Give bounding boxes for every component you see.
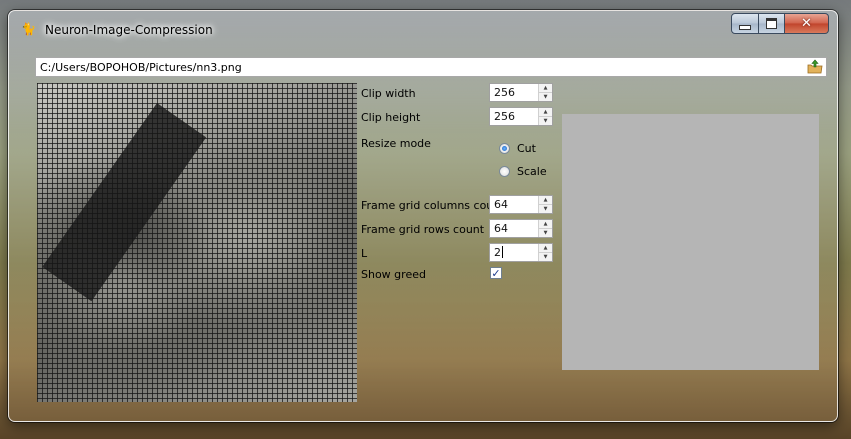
grid-columns-spinbox[interactable]: 64 ▲ ▼ bbox=[489, 195, 553, 214]
spin-up-icon[interactable]: ▲ bbox=[539, 220, 552, 228]
title-bar[interactable]: 🐈 Neuron-Image-Compression ✕ bbox=[9, 11, 837, 47]
grid-columns-value: 64 bbox=[494, 198, 508, 211]
app-window: 🐈 Neuron-Image-Compression ✕ C:/Users/BO… bbox=[8, 10, 838, 422]
grid-rows-spin-buttons: ▲ ▼ bbox=[538, 220, 552, 237]
maximize-button[interactable] bbox=[759, 13, 785, 34]
l-spin-buttons: ▲ ▼ bbox=[538, 244, 552, 261]
checkmark-icon: ✓ bbox=[491, 266, 501, 280]
spin-down-icon[interactable]: ▼ bbox=[539, 228, 552, 237]
compressed-output-preview bbox=[562, 114, 819, 370]
clip-width-label: Clip width bbox=[361, 87, 416, 100]
spin-down-icon[interactable]: ▼ bbox=[539, 204, 552, 213]
frame-grid-overlay bbox=[37, 83, 357, 402]
file-path-text: C:/Users/BOPOHOB/Pictures/nn3.png bbox=[40, 61, 242, 74]
show-greed-label: Show greed bbox=[361, 268, 426, 281]
file-path-field[interactable]: C:/Users/BOPOHOB/Pictures/nn3.png bbox=[35, 57, 827, 77]
resize-scale-radio[interactable] bbox=[499, 166, 510, 177]
clip-width-value: 256 bbox=[494, 86, 515, 99]
resize-cut-label[interactable]: Cut bbox=[517, 142, 536, 155]
spin-up-icon[interactable]: ▲ bbox=[539, 108, 552, 116]
close-button[interactable]: ✕ bbox=[785, 13, 829, 34]
source-image-preview bbox=[37, 83, 357, 402]
clip-height-value: 256 bbox=[494, 110, 515, 123]
l-label: L bbox=[361, 247, 368, 260]
l-value: 2 bbox=[494, 246, 501, 259]
resize-scale-label[interactable]: Scale bbox=[517, 165, 547, 178]
close-icon: ✕ bbox=[801, 16, 812, 31]
spin-up-icon[interactable]: ▲ bbox=[539, 84, 552, 92]
minimize-icon bbox=[739, 25, 751, 30]
cat-icon: 🐈 bbox=[21, 22, 36, 36]
grid-columns-spin-buttons: ▲ ▼ bbox=[538, 196, 552, 213]
resize-mode-label: Resize mode bbox=[361, 137, 431, 150]
resize-cut-radio[interactable] bbox=[499, 143, 510, 154]
grid-rows-value: 64 bbox=[494, 222, 508, 235]
show-greed-checkbox[interactable]: ✓ bbox=[490, 266, 502, 280]
spin-up-icon[interactable]: ▲ bbox=[539, 244, 552, 252]
open-folder-icon[interactable] bbox=[807, 59, 823, 75]
clip-height-label: Clip height bbox=[361, 111, 421, 124]
clip-height-spin-buttons: ▲ ▼ bbox=[538, 108, 552, 125]
spin-up-icon[interactable]: ▲ bbox=[539, 196, 552, 204]
spin-down-icon[interactable]: ▼ bbox=[539, 252, 552, 261]
text-caret bbox=[502, 246, 503, 258]
spin-down-icon[interactable]: ▼ bbox=[539, 92, 552, 101]
grid-columns-label: Frame grid columns count bbox=[361, 199, 505, 212]
clip-height-spinbox[interactable]: 256 ▲ ▼ bbox=[489, 107, 553, 126]
l-spinbox[interactable]: 2 ▲ ▼ bbox=[489, 243, 553, 262]
maximize-icon bbox=[766, 18, 777, 29]
grid-rows-spinbox[interactable]: 64 ▲ ▼ bbox=[489, 219, 553, 238]
clip-width-spinbox[interactable]: 256 ▲ ▼ bbox=[489, 83, 553, 102]
clip-width-spin-buttons: ▲ ▼ bbox=[538, 84, 552, 101]
grid-rows-label: Frame grid rows count bbox=[361, 223, 485, 236]
minimize-button[interactable] bbox=[731, 13, 759, 34]
spin-down-icon[interactable]: ▼ bbox=[539, 116, 552, 125]
window-controls: ✕ bbox=[731, 13, 829, 34]
l-value-wrap: 2 bbox=[494, 246, 503, 259]
window-title: Neuron-Image-Compression bbox=[45, 23, 213, 37]
